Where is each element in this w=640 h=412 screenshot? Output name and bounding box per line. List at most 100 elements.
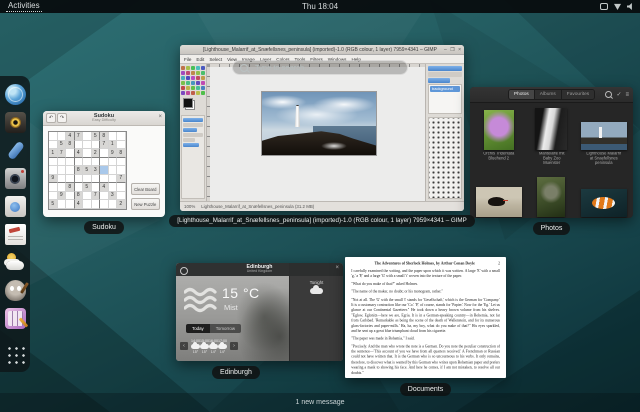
fg-bg-color-swatch[interactable] (183, 98, 195, 110)
gimp-icon[interactable] (4, 279, 27, 302)
sudoku-cell[interactable] (108, 166, 117, 175)
sudoku-cell[interactable] (49, 157, 58, 166)
clone-tool-icon[interactable] (186, 91, 190, 95)
weather-icon[interactable] (4, 251, 27, 274)
scroll-right-icon[interactable]: › (230, 342, 238, 351)
sudoku-cell[interactable]: 5 (49, 200, 58, 209)
sudoku-cell[interactable]: 1 (108, 140, 117, 149)
volume-icon[interactable] (627, 3, 632, 10)
photo-item[interactable]: Orchis Tridentata Bluehend 2 (474, 106, 524, 173)
sudoku-cell[interactable]: 8 (100, 132, 109, 141)
zoom-level[interactable]: 100% (184, 204, 195, 209)
sudoku-cell[interactable]: 2 (117, 200, 126, 209)
sudoku-cell[interactable] (83, 140, 92, 149)
sudoku-cell[interactable]: 4 (74, 200, 83, 209)
gradient-tool-icon[interactable] (181, 86, 185, 90)
message-tray[interactable]: 1 new message (0, 393, 640, 412)
photo-item[interactable]: AusternfischerHaematopusOstralegus (474, 175, 524, 218)
free-select-tool-icon[interactable] (201, 66, 205, 70)
airbrush-tool-icon[interactable] (201, 86, 205, 90)
sudoku-cell[interactable] (100, 157, 109, 166)
rect-select-tool-icon[interactable] (191, 66, 195, 70)
sudoku-cell[interactable] (83, 191, 92, 200)
select-icon[interactable]: ✓ (616, 92, 621, 98)
sudoku-cell[interactable]: 7 (91, 191, 100, 200)
menu-edit[interactable]: Edit (196, 57, 204, 62)
sudoku-cell[interactable] (108, 200, 117, 209)
notes-icon[interactable] (4, 223, 27, 246)
sudoku-button-new-puzzle[interactable]: New Puzzle (130, 198, 160, 210)
dodge-burn-tool-icon[interactable] (201, 91, 205, 95)
tab-favourites[interactable]: Favourites (561, 90, 595, 99)
sudoku-cell[interactable] (57, 132, 66, 141)
bucket-fill-tool-icon[interactable] (201, 81, 205, 85)
move-tool-icon[interactable] (181, 66, 185, 70)
sudoku-cell[interactable] (117, 183, 126, 192)
music-icon[interactable] (4, 111, 27, 134)
sudoku-cell[interactable] (49, 183, 58, 192)
layers-mode-row[interactable] (428, 66, 462, 71)
photo-item[interactable]: Lighthouse Malarrif at Snaefellsnes penins… (579, 106, 629, 173)
layers-opacity-row[interactable] (428, 72, 462, 77)
sudoku-cell[interactable] (57, 183, 66, 192)
sudoku-cell[interactable] (66, 174, 75, 183)
sudoku-cell[interactable] (100, 200, 109, 209)
photo-item[interactable]: AmphiprionOcellaris (579, 175, 629, 218)
cage-transform-tool-icon[interactable] (186, 81, 190, 85)
layers-lock-row[interactable] (428, 78, 451, 83)
heal-tool-icon[interactable] (191, 91, 195, 95)
sudoku-cell[interactable]: 5 (83, 166, 92, 175)
photo-item[interactable]: Mantelaffe mit Baby Zoo Muenster (527, 106, 577, 173)
clock[interactable]: Thu 18:04 (0, 2, 640, 11)
align-tool-icon[interactable] (186, 66, 190, 70)
sudoku-cell[interactable]: 2 (91, 149, 100, 158)
fuzzy-select-tool-icon[interactable] (181, 71, 185, 75)
sudoku-cell[interactable]: 8 (66, 140, 75, 149)
menu-select[interactable]: Select (209, 57, 222, 62)
layer-row-selected[interactable]: background (430, 86, 460, 92)
sudoku-cell[interactable]: 5 (83, 183, 92, 192)
sudoku-cell[interactable] (49, 132, 58, 141)
rotate-tool-icon[interactable] (186, 76, 190, 80)
ink-tool-icon[interactable] (181, 91, 185, 95)
sudoku-cell[interactable] (108, 132, 117, 141)
sudoku-cell[interactable] (49, 191, 58, 200)
sudoku-cell[interactable] (57, 174, 66, 183)
sudoku-cell[interactable] (100, 174, 109, 183)
sudoku-cell[interactable] (108, 174, 117, 183)
brushes-panel[interactable] (428, 117, 462, 199)
flip-tool-icon[interactable] (181, 81, 185, 85)
sudoku-cell[interactable] (57, 157, 66, 166)
tool-option-row[interactable] (183, 138, 195, 142)
sudoku-cell[interactable] (66, 166, 75, 175)
photo-item[interactable]: Sneaking Cat (527, 175, 577, 218)
sudoku-cell[interactable] (83, 149, 92, 158)
web-icon[interactable] (4, 83, 27, 106)
world-icon[interactable] (180, 266, 188, 275)
sudoku-cell[interactable] (49, 166, 58, 175)
sudoku-cell[interactable]: 5 (57, 140, 66, 149)
shear-tool-icon[interactable] (196, 76, 200, 80)
tool-option-row[interactable] (183, 133, 203, 137)
camera-icon[interactable] (4, 167, 27, 190)
sudoku-cell[interactable] (91, 157, 100, 166)
gimp-window-buttons[interactable]: – ❒ × (444, 47, 462, 53)
sudoku-cell[interactable]: 7 (57, 149, 66, 158)
sudoku-cell[interactable] (100, 149, 109, 158)
keyboard-icon[interactable] (600, 3, 608, 10)
sudoku-cell[interactable] (74, 157, 83, 166)
by-color-select-tool-icon[interactable] (186, 71, 190, 75)
sudoku-cell[interactable] (66, 149, 75, 158)
sudoku-cell[interactable]: 9 (49, 174, 58, 183)
scroll-left-icon[interactable]: ‹ (180, 342, 188, 351)
sudoku-cell[interactable]: 7 (117, 174, 126, 183)
software-icon[interactable] (4, 195, 27, 218)
warp-tool-icon[interactable] (191, 81, 195, 85)
window-photos[interactable]: Photos Albums Favourites ✓ ≡ Orchis Triden… (470, 87, 633, 218)
menu-file[interactable]: File (184, 57, 191, 62)
notification-text[interactable]: 1 new message (295, 399, 344, 406)
today-button[interactable]: Today (186, 324, 210, 333)
foreground-select-tool-icon[interactable] (196, 71, 200, 75)
sudoku-cell[interactable] (91, 140, 100, 149)
sudoku-cell[interactable] (117, 166, 126, 175)
